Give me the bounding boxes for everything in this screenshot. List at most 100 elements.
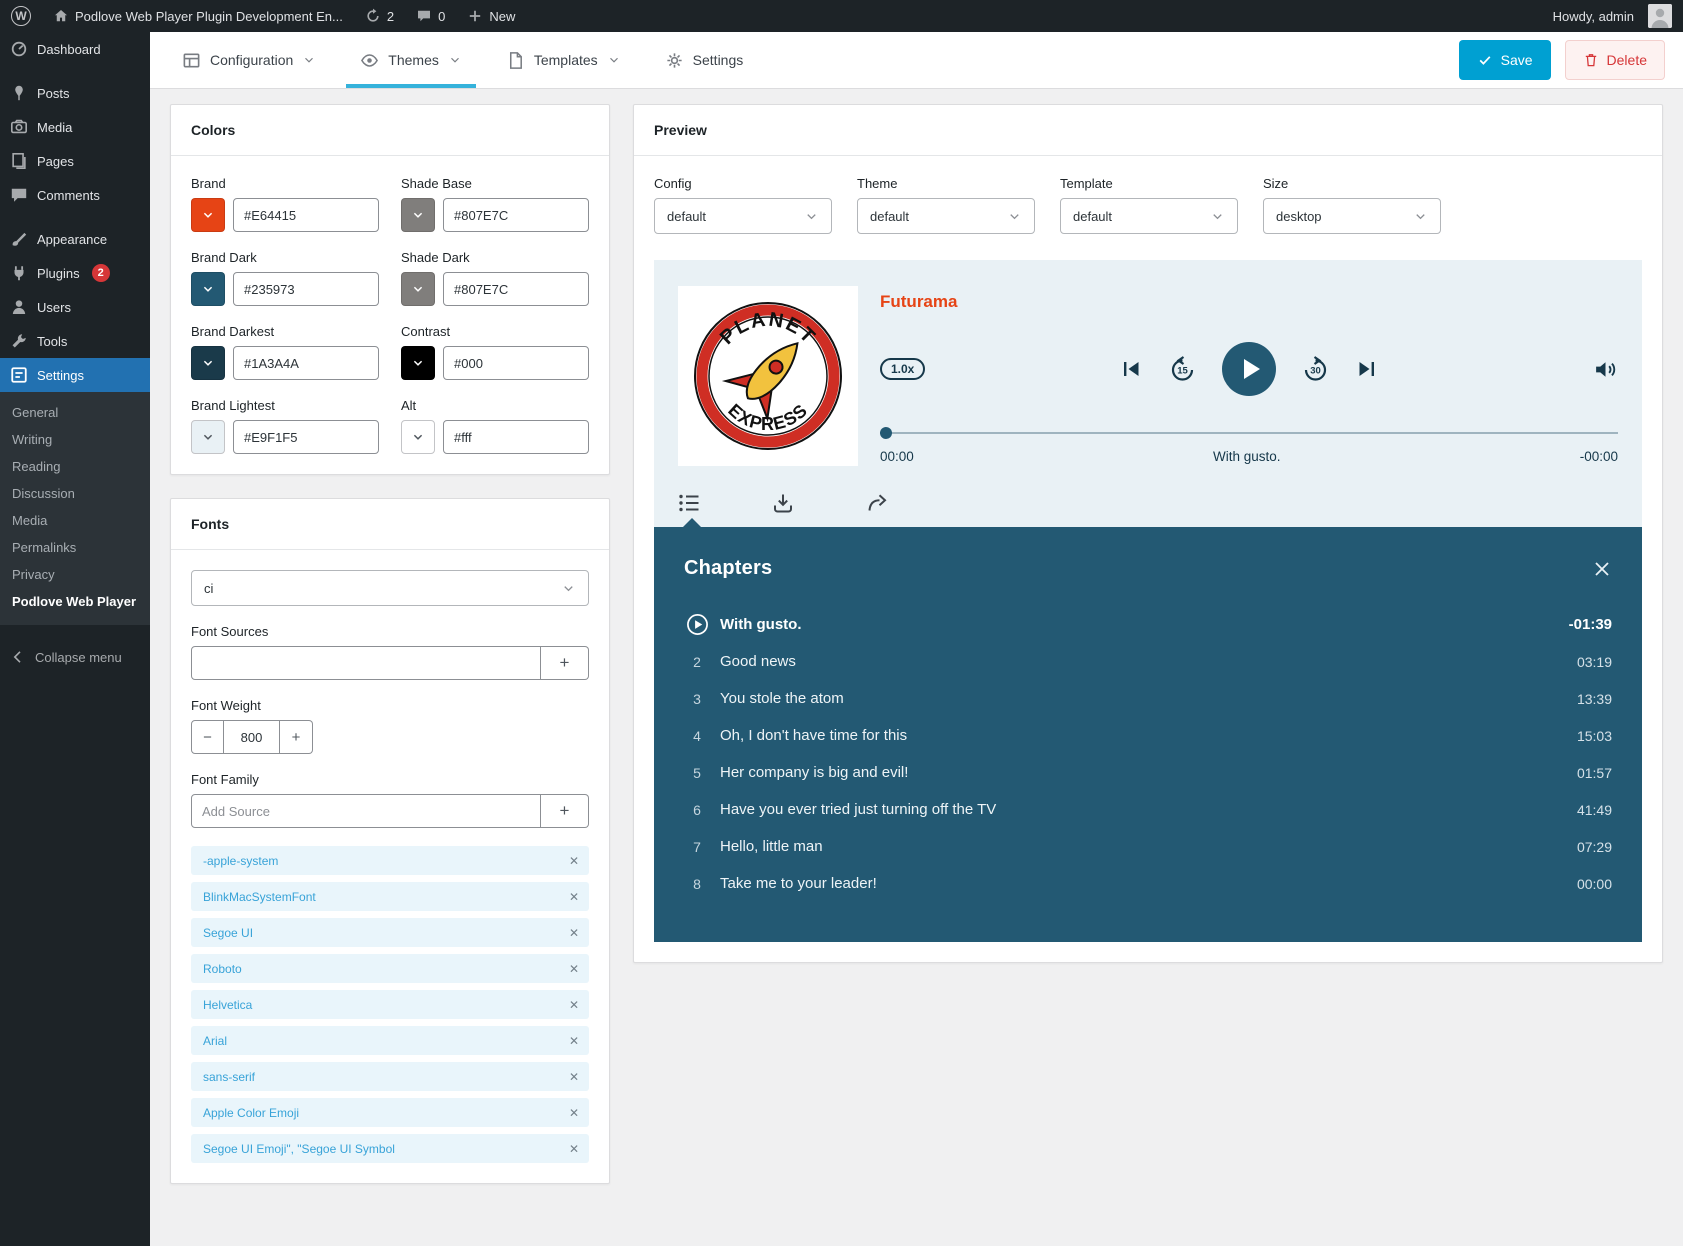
font-select[interactable]: ci: [191, 570, 589, 606]
submenu-item-reading[interactable]: Reading: [0, 453, 150, 480]
sidebar-item-appearance[interactable]: Appearance: [0, 222, 150, 256]
collapse-menu-button[interactable]: Collapse menu: [0, 637, 150, 677]
sidebar-item-dashboard[interactable]: Dashboard: [0, 32, 150, 66]
sidebar-item-users[interactable]: Users: [0, 290, 150, 324]
submenu-item-podlove-web-player[interactable]: Podlove Web Player: [0, 588, 150, 615]
chapter-row-6[interactable]: 6 Have you ever tried just turning off t…: [684, 791, 1612, 828]
increment-button[interactable]: +: [280, 720, 313, 754]
decrement-button[interactable]: −: [191, 720, 224, 754]
paintbrush-icon: [12, 232, 27, 246]
sidebar: Dashboard Posts Media Pages Comments App…: [0, 32, 150, 1246]
color-input-shade-base[interactable]: [443, 198, 589, 232]
chapter-row-2[interactable]: 2 Good news 03:19: [684, 643, 1612, 680]
remove-font-icon[interactable]: ✕: [569, 1034, 579, 1048]
chapter-row-5[interactable]: 5 Her company is big and evil! 01:57: [684, 754, 1612, 791]
fonts-card-title: Fonts: [171, 499, 609, 550]
color-input-brand-dark[interactable]: [233, 272, 379, 306]
sidebar-item-tools[interactable]: Tools: [0, 324, 150, 358]
color-swatch-brand-darkest[interactable]: [191, 346, 225, 380]
remove-font-icon[interactable]: ✕: [569, 926, 579, 940]
remove-font-icon[interactable]: ✕: [569, 854, 579, 868]
color-input-alt[interactable]: [443, 420, 589, 454]
sidebar-item-settings[interactable]: Settings: [0, 358, 150, 392]
submenu-item-permalinks[interactable]: Permalinks: [0, 534, 150, 561]
chapter-row-8[interactable]: 8 Take me to your leader! 00:00: [684, 865, 1612, 902]
template-select[interactable]: default: [1060, 198, 1238, 234]
color-input-brand[interactable]: [233, 198, 379, 232]
sidebar-item-posts[interactable]: Posts: [0, 76, 150, 110]
color-swatch-contrast[interactable]: [401, 346, 435, 380]
color-swatch-shade-base[interactable]: [401, 198, 435, 232]
tab-templates[interactable]: Templates: [492, 32, 635, 88]
wordpress-logo[interactable]: W: [0, 0, 42, 32]
comments-menu[interactable]: 0: [405, 0, 456, 32]
volume-icon[interactable]: [1593, 357, 1618, 382]
sidebar-item-plugins[interactable]: Plugins 2: [0, 256, 150, 290]
rewind-15-button[interactable]: 15: [1169, 355, 1196, 383]
chevron-down-icon: [305, 57, 314, 63]
color-swatch-brand[interactable]: [191, 198, 225, 232]
chapter-row-1[interactable]: With gusto. -01:39: [684, 606, 1612, 643]
chapter-row-3[interactable]: 3 You stole the atom 13:39: [684, 680, 1612, 717]
font-family-input[interactable]: [191, 794, 541, 828]
remove-font-icon[interactable]: ✕: [569, 998, 579, 1012]
play-button[interactable]: [1222, 342, 1276, 396]
font-sources-group: +: [191, 646, 589, 680]
site-menu[interactable]: Podlove Web Player Plugin Development En…: [42, 0, 354, 32]
new-menu[interactable]: New: [456, 0, 526, 32]
tab-settings[interactable]: Settings: [651, 32, 758, 88]
next-chapter-button[interactable]: [1355, 357, 1379, 381]
chapter-row-7[interactable]: 7 Hello, little man 07:29: [684, 828, 1612, 865]
color-swatch-brand-dark[interactable]: [191, 272, 225, 306]
remove-font-icon[interactable]: ✕: [569, 1142, 579, 1156]
sidebar-item-media[interactable]: Media: [0, 110, 150, 144]
color-input-shade-dark[interactable]: [443, 272, 589, 306]
share-icon[interactable]: [866, 492, 888, 514]
tab-configuration[interactable]: Configuration: [168, 32, 330, 88]
add-font-family-button[interactable]: +: [541, 794, 589, 828]
remove-font-icon[interactable]: ✕: [569, 1070, 579, 1084]
main-panels: Colors Brand Shade Base: [150, 89, 1683, 1199]
delete-button[interactable]: Delete: [1564, 40, 1665, 80]
chapters-list-icon[interactable]: [678, 492, 700, 514]
tab-themes[interactable]: Themes: [346, 32, 476, 88]
forward-30-button[interactable]: 30: [1302, 355, 1329, 383]
font-source-input[interactable]: [191, 646, 541, 680]
save-button[interactable]: Save: [1458, 40, 1551, 80]
submenu-item-discussion[interactable]: Discussion: [0, 480, 150, 507]
submenu-item-media[interactable]: Media: [0, 507, 150, 534]
progress-bar[interactable]: [880, 426, 1618, 440]
font-family-chip: sans-serif ✕: [191, 1062, 589, 1091]
font-weight-input[interactable]: [224, 720, 280, 754]
episode-title: Futurama: [880, 292, 958, 311]
color-swatch-alt[interactable]: [401, 420, 435, 454]
theme-select[interactable]: default: [857, 198, 1035, 234]
account-menu[interactable]: Howdy, admin: [1542, 0, 1683, 32]
submenu-item-privacy[interactable]: Privacy: [0, 561, 150, 588]
previous-chapter-button[interactable]: [1119, 357, 1143, 381]
remove-font-icon[interactable]: ✕: [569, 1106, 579, 1120]
time-remaining: -00:00: [1579, 449, 1618, 464]
font-family-chip: BlinkMacSystemFont ✕: [191, 882, 589, 911]
sidebar-item-pages[interactable]: Pages: [0, 144, 150, 178]
remove-font-icon[interactable]: ✕: [569, 890, 579, 904]
add-font-source-button[interactable]: +: [541, 646, 589, 680]
download-icon[interactable]: [772, 492, 794, 514]
color-swatch-brand-lightest[interactable]: [191, 420, 225, 454]
font-family-chip: Roboto ✕: [191, 954, 589, 983]
chapter-row-4[interactable]: 4 Oh, I don't have time for this 15:03: [684, 717, 1612, 754]
color-input-contrast[interactable]: [443, 346, 589, 380]
submenu-item-general[interactable]: General: [0, 399, 150, 426]
color-input-brand-darkest[interactable]: [233, 346, 379, 380]
speed-control[interactable]: 1.0x: [880, 358, 926, 380]
size-select[interactable]: desktop: [1263, 198, 1441, 234]
color-swatch-shade-dark[interactable]: [401, 272, 435, 306]
submenu-item-writing[interactable]: Writing: [0, 426, 150, 453]
updates-menu[interactable]: 2: [354, 0, 405, 32]
color-input-brand-lightest[interactable]: [233, 420, 379, 454]
close-icon[interactable]: [1592, 559, 1612, 579]
remove-font-icon[interactable]: ✕: [569, 962, 579, 976]
config-select[interactable]: default: [654, 198, 832, 234]
sidebar-item-comments[interactable]: Comments: [0, 178, 150, 212]
progress-handle[interactable]: [880, 427, 892, 439]
